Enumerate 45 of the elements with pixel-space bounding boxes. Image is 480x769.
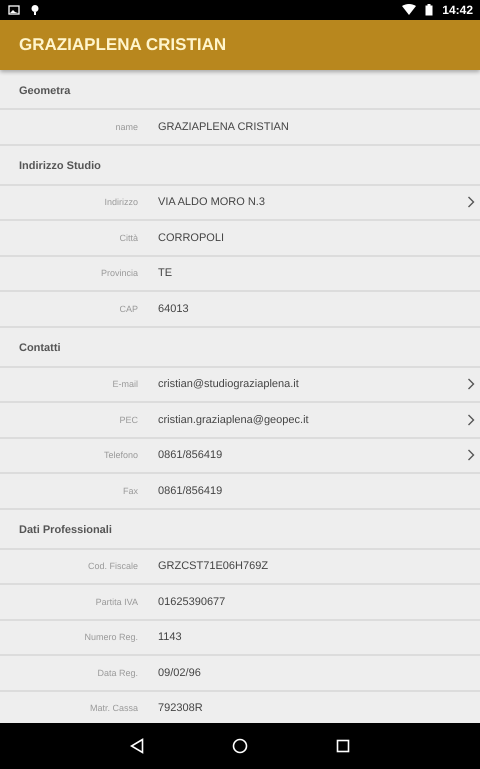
field-value: GRZCST71E06H769Z	[158, 560, 270, 572]
field-value: VIA ALDO MORO N.3	[158, 196, 266, 208]
section-header: Dati Professionali	[19, 524, 112, 536]
field-value: 1143	[158, 631, 183, 644]
field-label: Provincia	[100, 268, 138, 278]
field-label: Data Reg.	[96, 668, 138, 678]
home-icon[interactable]	[232, 738, 248, 754]
app-title: GRAZIAPLENA CRISTIAN	[19, 35, 226, 55]
field-label: Città	[118, 232, 138, 243]
field-label: name	[114, 122, 138, 132]
field-label: PEC	[118, 414, 138, 425]
field-label: Fax	[122, 486, 138, 496]
field-value: TE	[158, 267, 174, 280]
detail-row[interactable]: PEC cristian.graziaplena@geopec.it	[0, 403, 480, 438]
field-label: CAP	[118, 304, 138, 314]
field-value: 792308R	[158, 702, 204, 714]
detail-row[interactable]: E-mail cristian@studiograziaplena.it	[0, 368, 480, 403]
recents-icon[interactable]	[336, 739, 350, 753]
field-label: Telefono	[102, 450, 138, 460]
field-label: Partita IVA	[94, 596, 138, 607]
field-value: CORROPOLI	[158, 232, 226, 244]
field-label: Matr. Cassa	[88, 703, 138, 714]
field-label: Indirizzo	[103, 197, 138, 208]
wifi-icon	[402, 4, 416, 16]
field-label: E-mail	[111, 379, 138, 390]
status-time: 14:42	[442, 3, 473, 17]
field-value: GRAZIAPLENA CRISTIAN	[158, 120, 290, 133]
section-header: Indirizzo Studio	[19, 160, 101, 172]
field-value: cristian@studiograziaplena.it	[158, 378, 300, 390]
image-icon	[8, 4, 20, 16]
detail-row[interactable]: Telefono 0861/856419	[0, 438, 480, 474]
field-value: 01625390677	[158, 596, 226, 608]
section-header: Contatti	[19, 342, 61, 354]
field-label: Numero Reg.	[83, 632, 138, 642]
field-label: Cod. Fiscale	[86, 561, 138, 572]
field-value: 0861/856419	[158, 449, 224, 462]
field-value: cristian.graziaplena@geopec.it	[158, 414, 310, 426]
detail-row[interactable]: Indirizzo VIA ALDO MORO N.3	[0, 186, 480, 221]
back-icon[interactable]	[130, 738, 144, 754]
field-value: 0861/856419	[158, 484, 224, 497]
bulb-icon	[29, 4, 41, 16]
section-header: Geometra	[19, 84, 70, 96]
field-value: 09/02/96	[158, 666, 202, 679]
field-value: 64013	[158, 302, 190, 315]
battery-icon	[425, 4, 434, 16]
